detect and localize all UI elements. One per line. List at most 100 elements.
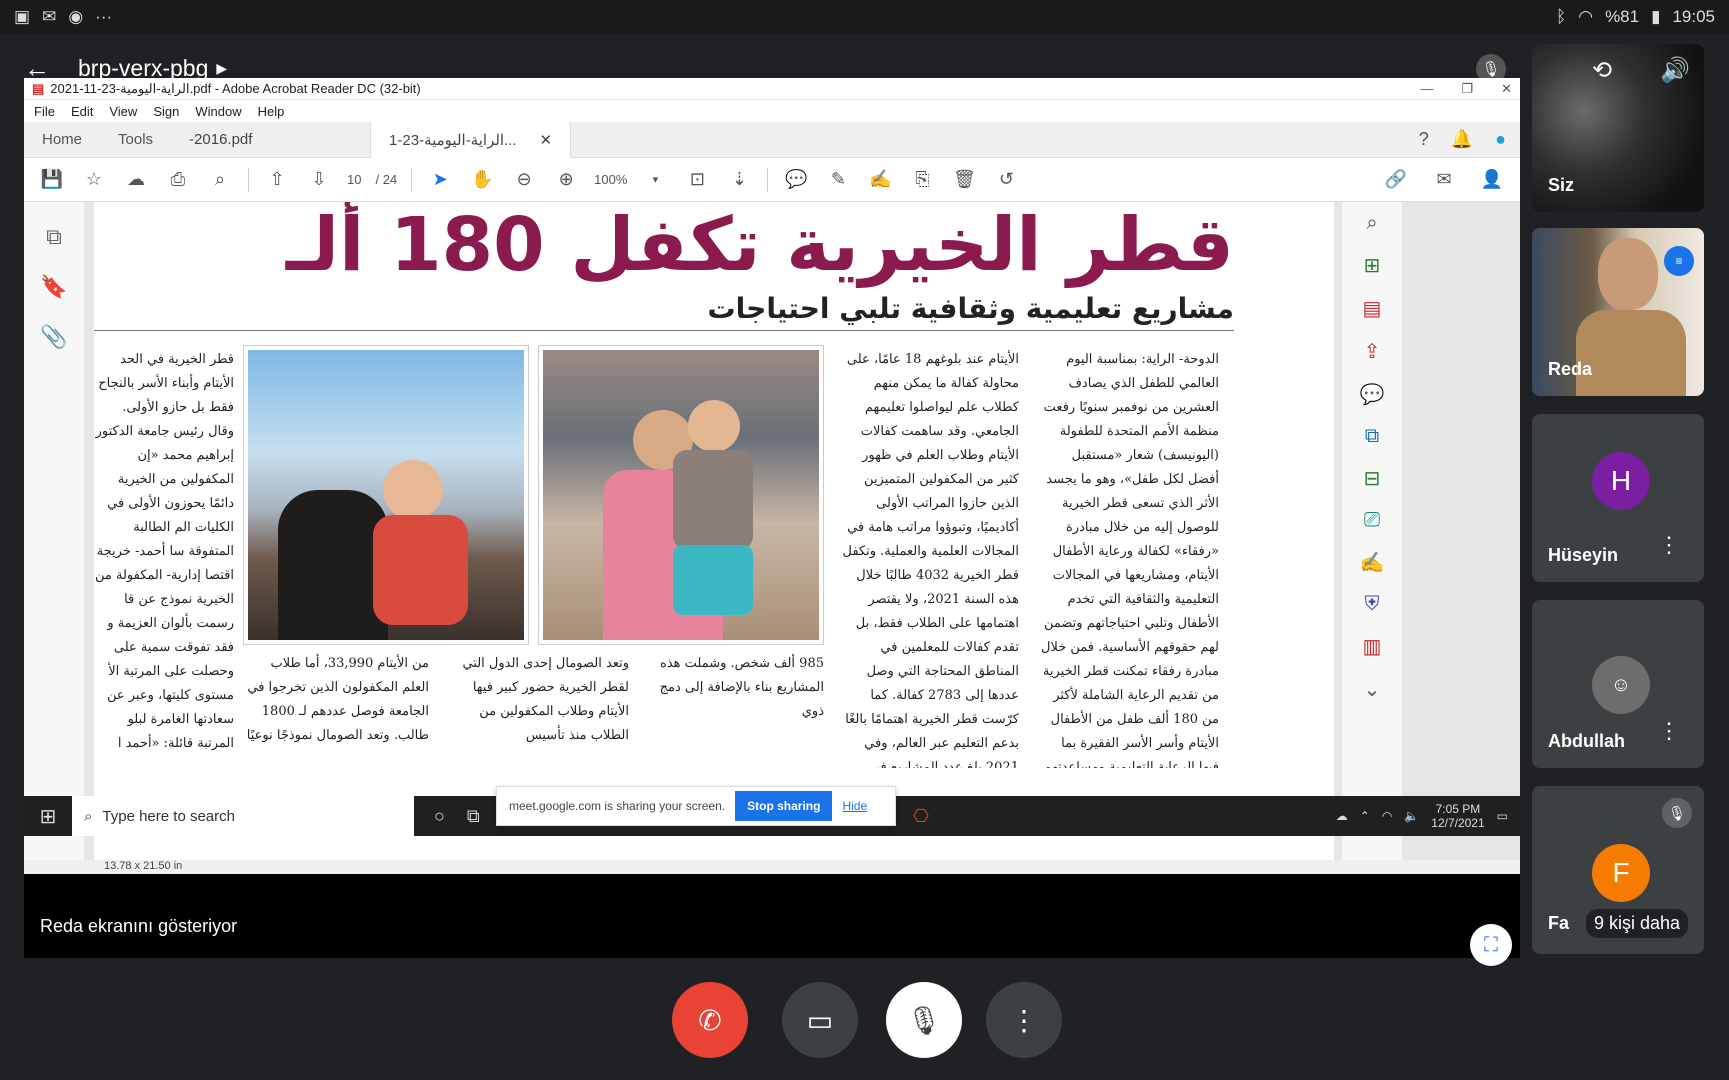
star-icon[interactable]: ☆ — [80, 166, 108, 194]
tab-doc-raya[interactable]: الراية-اليومية-23-1... ✕ — [371, 121, 572, 158]
highlight-pen-icon[interactable]: ✎ — [824, 166, 852, 194]
more-options-icon[interactable]: ⋮ — [1658, 532, 1680, 558]
account-icon[interactable]: ● — [1495, 129, 1506, 150]
tab-tools[interactable]: Tools — [100, 131, 171, 148]
page-down-icon[interactable]: ⇩ — [305, 166, 333, 194]
close-icon[interactable]: ✕ — [1501, 81, 1512, 97]
tab-home[interactable]: Home — [24, 131, 100, 148]
onedrive-icon[interactable]: ☁ — [1336, 809, 1348, 823]
participant-name-reda: Reda — [1548, 359, 1593, 379]
undo-icon[interactable]: ↺ — [992, 166, 1020, 194]
switch-camera-icon[interactable]: ⟲ — [1592, 56, 1612, 85]
stop-sharing-button[interactable]: Stop sharing — [735, 791, 833, 821]
zoom-search-icon[interactable]: ⌕ — [206, 166, 234, 194]
menu-file[interactable]: File — [34, 104, 55, 119]
menu-view[interactable]: View — [109, 104, 137, 119]
more-options-button[interactable]: ⋮ — [986, 982, 1062, 1058]
scroll-mode-icon[interactable]: ⇣ — [725, 166, 753, 194]
page-up-icon[interactable]: ⇧ — [263, 166, 291, 194]
tile-abdullah[interactable]: ☺ ⋮ Abdullah — [1532, 600, 1704, 768]
hide-link[interactable]: Hide — [842, 799, 867, 813]
taskbar-search[interactable]: ⌕ Type here to search — [72, 796, 414, 836]
organize-pages-icon[interactable]: ▤ — [1363, 296, 1382, 321]
page-total: / 24 — [375, 172, 398, 187]
email-icon[interactable]: ✉ — [1430, 166, 1458, 194]
chevron-right-icon[interactable]: ▶ — [216, 60, 227, 77]
network-icon[interactable]: ◠ — [1382, 809, 1392, 823]
zoom-in-icon[interactable]: ⊕ — [552, 166, 580, 194]
article-bottom-2: وتعد الصومال إحدى الدول التي لقطر الخيري… — [462, 656, 629, 743]
menu-edit[interactable]: Edit — [71, 104, 93, 119]
photo-girl-holding-baby — [539, 346, 823, 644]
tab-doc-2016[interactable]: -2016.pdf — [171, 121, 372, 158]
bookmark-icon[interactable]: 🔖 — [40, 274, 67, 300]
more-options-icon[interactable]: ⋮ — [1658, 718, 1680, 744]
sign-icon[interactable]: ✍ — [866, 166, 894, 194]
menu-window[interactable]: Window — [195, 104, 241, 119]
acrobat-toolbar: 💾 ☆ ☁ ⎙ ⌕ ⇧ ⇩ 10 / 24 ➤ ✋ ⊖ ⊕ 100% ▾ ⊡ ⇣… — [24, 158, 1520, 202]
pdf-page[interactable]: قطر الخيرية تكفل 180 ألـ مشاريع تعليمية … — [94, 202, 1334, 860]
window-title: 2021-11-23-الراية-اليومية.pdf - Adobe Ac… — [50, 80, 421, 96]
mic-toggle-button[interactable]: 🎙 — [886, 982, 962, 1058]
zoom-level[interactable]: 100% — [594, 172, 627, 187]
acrobat-taskbar-icon[interactable]: ⎔ — [913, 806, 929, 827]
mic-off-icon: 🎙 — [1662, 798, 1692, 828]
comment-tool-icon[interactable]: 💬 — [1360, 382, 1385, 407]
article-subhead: مشاريع تعليمية وثقافية تلبي احتياجات — [707, 292, 1234, 325]
attachment-icon[interactable]: 📎 — [40, 324, 67, 350]
taskbar-time: 7:05 PM — [1435, 802, 1481, 816]
delete-icon[interactable]: 🗑 — [950, 166, 978, 194]
tab-bar: Home Tools -2016.pdf الراية-اليومية-23-1… — [24, 121, 1520, 158]
page-current[interactable]: 10 — [347, 172, 361, 187]
speaker-icon[interactable]: 🔊 — [1660, 56, 1690, 85]
zoom-dropdown-icon[interactable]: ▾ — [641, 166, 669, 194]
volume-icon[interactable]: 🔈 — [1404, 809, 1419, 823]
bell-icon[interactable]: 🔔 — [1451, 129, 1473, 150]
scan-icon[interactable]: ⎚ — [1364, 509, 1380, 532]
create-pdf-icon[interactable]: ⊞ — [1364, 253, 1381, 278]
tile-huseyin[interactable]: H ⋮ Hüseyin — [1532, 414, 1704, 582]
notification-icon[interactable]: ▭ — [1497, 809, 1508, 823]
tray-chevron-icon[interactable]: ⌃ — [1360, 809, 1370, 823]
hand-tool-icon[interactable]: ✋ — [468, 166, 496, 194]
add-user-icon[interactable]: 👤 — [1478, 166, 1506, 194]
share-link-icon[interactable]: 🔗 — [1382, 166, 1410, 194]
combine-files-icon[interactable]: ⧉ — [1365, 425, 1379, 448]
fullscreen-button[interactable]: ⛶ — [1470, 924, 1512, 966]
more-tools-icon[interactable]: ▥ — [1363, 634, 1382, 659]
task-view-icon[interactable]: ⧉ — [467, 806, 480, 827]
windows-start-icon[interactable]: ⊞ — [24, 804, 72, 829]
minimize-icon[interactable]: — — [1420, 81, 1433, 97]
protect-icon[interactable]: ⛨ — [1365, 593, 1380, 616]
tile-self[interactable]: ⟲ 🔊 Siz — [1532, 44, 1704, 212]
taskbar-date: 12/7/2021 — [1431, 816, 1485, 830]
avatar-huseyin: H — [1592, 452, 1650, 510]
print-icon[interactable]: ⎙ — [164, 166, 192, 194]
select-cursor-icon[interactable]: ➤ — [426, 166, 454, 194]
export-pdf-icon[interactable]: ⇪ — [1364, 339, 1381, 364]
zoom-out-icon[interactable]: ⊖ — [510, 166, 538, 194]
tab-close-icon[interactable]: ✕ — [539, 131, 552, 149]
zoom-tool-icon[interactable]: ⌕ — [1366, 212, 1377, 235]
cortana-icon[interactable]: ○ — [434, 806, 445, 827]
pages-icon[interactable]: ⧉ — [46, 224, 62, 250]
upload-cloud-icon[interactable]: ☁ — [122, 166, 150, 194]
save-icon[interactable]: 💾 — [38, 166, 66, 194]
acrobat-window: ▤ 2021-11-23-الراية-اليومية.pdf - Adobe … — [24, 78, 1520, 874]
tile-reda[interactable]: ≡ Reda — [1532, 228, 1704, 396]
participant-name-huseyin: Hüseyin — [1548, 545, 1619, 565]
fill-sign-icon[interactable]: ✍ — [1360, 550, 1385, 575]
camera-toggle-button[interactable]: ▭ — [782, 982, 858, 1058]
panel-chevron-icon[interactable]: ⌄ — [1364, 677, 1381, 702]
end-call-button[interactable]: ✆ — [672, 982, 748, 1058]
stamp-icon[interactable]: ⎘ — [908, 166, 936, 194]
excel-export-icon[interactable]: ⊟ — [1364, 466, 1381, 491]
tile-more-people[interactable]: 🎙 F Fa 9 kişi daha — [1532, 786, 1704, 954]
menu-sign[interactable]: Sign — [153, 104, 179, 119]
restore-icon[interactable]: ❐ — [1461, 81, 1473, 97]
menu-bar: File Edit View Sign Window Help — [24, 100, 1520, 122]
fit-page-icon[interactable]: ⊡ — [683, 166, 711, 194]
help-icon[interactable]: ? — [1419, 129, 1429, 150]
menu-help[interactable]: Help — [258, 104, 285, 119]
comment-icon[interactable]: 💬 — [782, 166, 810, 194]
